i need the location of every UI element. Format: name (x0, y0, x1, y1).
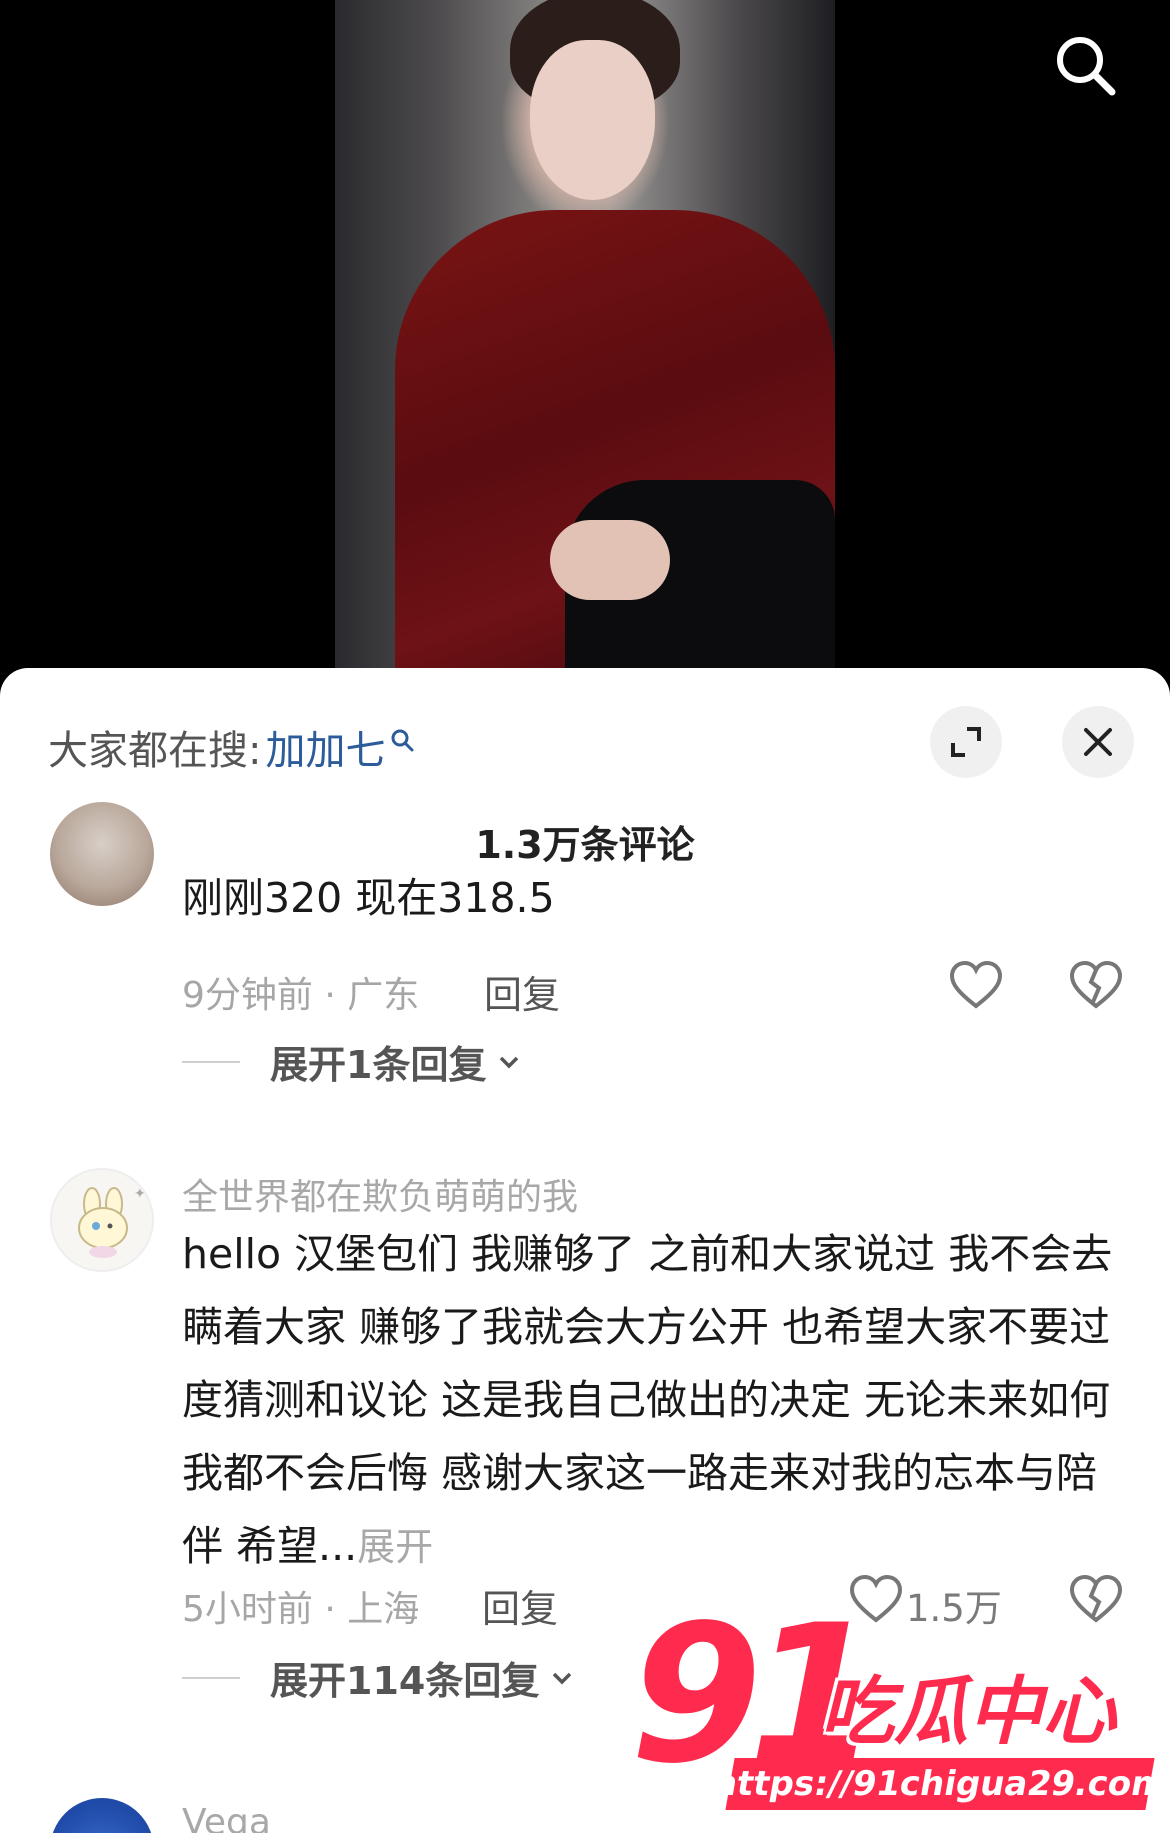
avatar[interactable] (50, 802, 154, 906)
comment-count-title: 1.3万条评论 (475, 823, 695, 867)
trending-search[interactable]: 大家都在搜: 加加七 (48, 718, 415, 776)
like-button[interactable] (948, 958, 1004, 1014)
divider-line (182, 1060, 240, 1063)
divider-line (182, 1676, 240, 1679)
comment-text: 刚刚320 现在318.5 (182, 874, 555, 922)
comment-meta: 9分钟前 · 广东 (182, 975, 420, 1016)
trending-search-icon (389, 717, 415, 763)
close-button[interactable] (1062, 706, 1134, 778)
fullscreen-button[interactable] (930, 706, 1002, 778)
close-icon (1084, 728, 1112, 756)
comment-username[interactable]: 全世界都在欺负萌萌的我 (182, 1168, 578, 1220)
trending-term[interactable]: 加加七 (265, 718, 385, 776)
like-button[interactable] (848, 1572, 904, 1628)
dislike-button[interactable] (1068, 1572, 1124, 1628)
dislike-button[interactable] (1068, 958, 1124, 1014)
broken-heart-icon (1069, 960, 1123, 1009)
comment-meta: 5小时前 · 上海 (182, 1589, 420, 1630)
reply-button[interactable]: 回复 (482, 1578, 558, 1633)
avatar[interactable] (50, 1798, 154, 1833)
expand-replies-button[interactable]: 展开1条回复 (182, 1034, 522, 1089)
heart-icon (849, 1574, 903, 1623)
comment-username[interactable]: Vega (182, 1802, 271, 1833)
video-frame (335, 0, 835, 680)
more-link[interactable]: 展开 (357, 1525, 433, 1569)
heart-icon (949, 960, 1003, 1009)
expand-replies-label: 展开114条回复 (270, 1659, 540, 1703)
expand-replies-button[interactable]: 展开114条回复 (182, 1650, 575, 1705)
comment-item: Vega (0, 1798, 1170, 1833)
expand-replies-label: 展开1条回复 (270, 1043, 487, 1087)
like-count: 1.5万 (906, 1587, 1002, 1630)
search-icon[interactable] (1048, 28, 1124, 104)
sheet-header: 大家都在搜: 加加七 1.3万条评论 (0, 668, 1170, 867)
video-person-face (530, 40, 655, 200)
video-person-hand (550, 520, 670, 600)
comment-text-content: hello 汉堡包们 我赚够了 之前和大家说过 我不会去瞒着大家 赚够了我就会大… (182, 1230, 1113, 1570)
chevron-down-icon (500, 1056, 519, 1068)
reply-button[interactable]: 回复 (484, 964, 560, 1019)
comment-item: 刚刚320 现在318.5 9分钟前 · 广东 回复 展开1条回复 (0, 802, 1170, 1118)
comment-item: ✦ 全世界都在欺负萌萌的我 hello 汉堡包们 我赚够了 之前和大家说过 我不… (0, 1168, 1170, 1768)
trending-prefix: 大家都在搜: (48, 728, 262, 774)
broken-heart-icon (1069, 1574, 1123, 1623)
video-player[interactable] (0, 0, 1170, 680)
avatar[interactable]: ✦ (50, 1168, 154, 1272)
svg-text:✦: ✦ (134, 1186, 146, 1202)
expand-icon (951, 727, 981, 757)
comment-sheet: 大家都在搜: 加加七 1.3万条评论 刚刚320 现在318.5 9分钟前 · … (0, 668, 1170, 1833)
comment-text: hello 汉堡包们 我赚够了 之前和大家说过 我不会去瞒着大家 赚够了我就会大… (182, 1218, 1122, 1584)
chevron-down-icon (553, 1672, 572, 1684)
